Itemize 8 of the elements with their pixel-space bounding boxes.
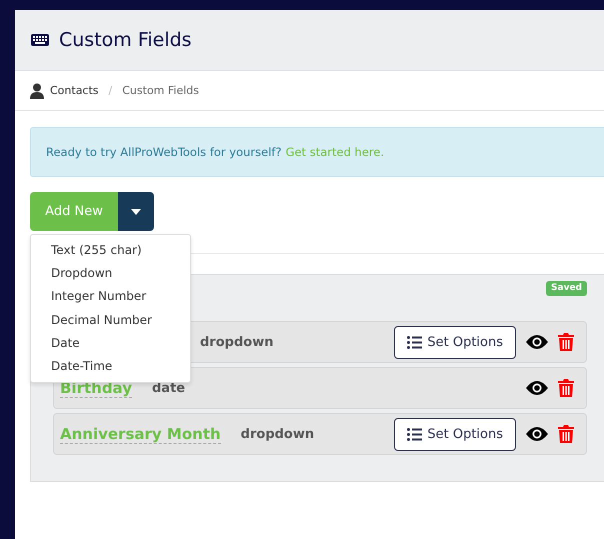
field-type: date [152, 380, 186, 396]
field-type: dropdown [200, 334, 274, 350]
field-type: dropdown [240, 426, 314, 442]
saved-badge: Saved [546, 281, 587, 296]
alert-text: Ready to try AllProWebTools for yourself? [46, 145, 282, 159]
page-title: Custom Fields [59, 29, 192, 51]
breadcrumb-separator: / [108, 84, 112, 97]
breadcrumb-current: Custom Fields [122, 84, 200, 97]
